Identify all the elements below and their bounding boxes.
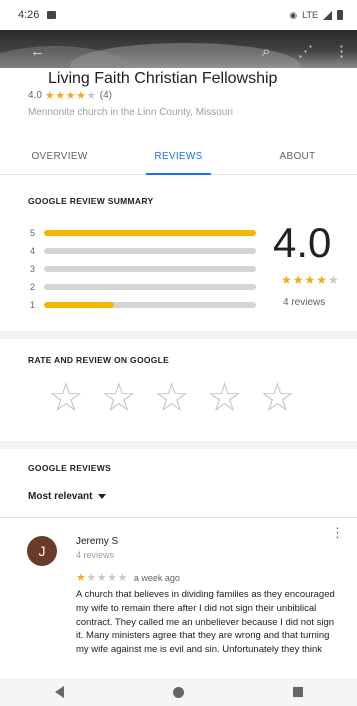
place-category: Mennonite church in the Linn County, Mis… [28,107,233,118]
rate-star-3-icon[interactable]: ☆ [154,378,190,418]
reviewer-name[interactable]: Jeremy S [76,536,118,547]
average-rating-stars: ★★★★★ [281,273,340,287]
distribution-row-1: 1 [30,296,256,314]
distribution-bar [44,230,256,236]
review-stars: ★★★★★ [76,571,128,584]
rate-star-2-icon[interactable]: ☆ [101,378,137,418]
distribution-row-2: 2 [30,278,256,296]
status-time: 4:26 [18,9,40,21]
distribution-label: 1 [30,300,36,310]
share-icon[interactable]: ⋰ [298,44,313,59]
signal-icon [323,10,332,20]
battery-icon [337,10,343,20]
star-empty-icon: ★ [328,273,340,287]
location-icon: ◉ [289,9,298,20]
network-type: LTE [302,10,318,20]
google-reviews-title: GOOGLE REVIEWS [28,463,112,473]
place-rating-row: 4.0 ★★★★★ (4) [28,89,112,102]
star-filled-icon: ★★★★ [281,273,329,287]
distribution-bar-fill [44,230,256,236]
rate-review-title: RATE AND REVIEW ON GOOGLE [28,355,170,365]
distribution-bar [44,248,256,254]
tab-about[interactable]: ABOUT [238,140,357,174]
review-divider [0,517,357,518]
section-divider [0,441,357,449]
star-empty-icon: ★★★★ [86,572,128,584]
more-options-icon[interactable]: ⋮ [334,44,349,59]
back-arrow-icon[interactable]: ← [30,44,45,59]
star-empty-icon: ★ [86,90,97,102]
status-bar: 4:26 ◉ LTE [0,0,357,30]
distribution-bar-fill [44,302,114,308]
rate-star-5-icon[interactable]: ☆ [259,378,295,418]
nav-home-icon[interactable] [172,686,184,698]
review-rating-row: ★★★★★ a week ago [76,571,180,584]
status-right: ◉ LTE [289,10,343,21]
total-reviews: 4 reviews [283,297,326,308]
caret-down-icon [98,494,107,499]
distribution-row-4: 4 [30,242,256,260]
notification-icon [47,11,57,19]
status-left: 4:26 [18,9,57,21]
distribution-row-5: 5 [30,224,256,242]
distribution-bar [44,284,256,290]
review-summary-title: GOOGLE REVIEW SUMMARY [28,196,154,206]
place-review-count: (4) [99,90,112,101]
distribution-bar [44,266,256,272]
nav-recents-icon[interactable] [292,687,303,697]
tab-reviews[interactable]: REVIEWS [119,140,238,175]
search-icon[interactable]: ⌕ [262,44,270,59]
star-filled-icon: ★★★★ [44,90,87,102]
star-filled-icon: ★ [76,572,87,584]
reviewer-review-count: 4 reviews [76,550,115,560]
rate-stars: ☆ ☆ ☆ ☆ ☆ [48,378,295,418]
tab-overview[interactable]: OVERVIEW [0,140,119,174]
place-rating-stars: ★★★★★ [45,89,97,102]
place-rating-value: 4.0 [28,90,42,101]
distribution-label: 5 [30,228,36,238]
rating-distribution: 5 4 3 2 1 [30,224,256,314]
reviewer-avatar[interactable]: J [27,536,57,566]
system-nav-bar [0,678,357,706]
distribution-label: 2 [30,282,36,292]
distribution-bar [44,302,256,308]
section-divider [0,331,357,339]
distribution-label: 4 [30,246,36,256]
review-more-icon[interactable]: ⋮ [331,526,344,539]
rate-star-4-icon[interactable]: ☆ [207,378,243,418]
rate-star-1-icon[interactable]: ☆ [48,378,84,418]
distribution-label: 3 [30,264,36,274]
review-date: a week ago [133,572,180,583]
sort-dropdown[interactable]: Most relevant [28,491,107,502]
nav-back-icon[interactable] [54,686,64,698]
review-text[interactable]: A church that believes in dividing famil… [76,588,338,678]
average-rating: 4.0 [273,219,332,266]
sort-label: Most relevant [28,491,93,502]
distribution-row-3: 3 [30,260,256,278]
tab-bar: OVERVIEW REVIEWS ABOUT [0,140,357,175]
place-title: Living Faith Christian Fellowship [48,70,278,87]
header-photo: ← ⌕ ⋰ ⋮ [0,30,357,68]
